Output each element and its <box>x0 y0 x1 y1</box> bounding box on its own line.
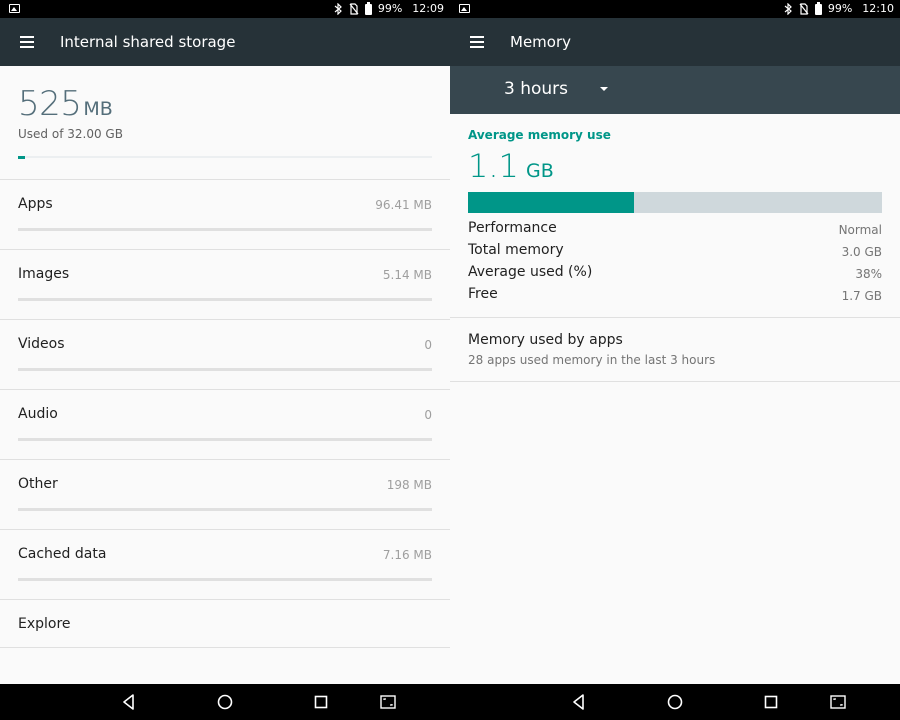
category-size: 0 <box>424 408 432 422</box>
dropdown-caret-icon <box>600 87 608 91</box>
average-memory-number: 1.1 <box>468 147 519 185</box>
category-row-other[interactable]: Other 198 MB <box>0 460 450 530</box>
time-period-label: 3 hours <box>504 79 569 99</box>
navigation-bar <box>450 684 900 720</box>
explore-label: Explore <box>18 616 71 632</box>
status-bar: 99% 12:09 <box>0 0 450 18</box>
category-size: 198 MB <box>386 478 432 492</box>
clock: 12:09 <box>412 2 444 15</box>
screenshot-icon[interactable] <box>378 692 398 712</box>
clock: 12:10 <box>862 2 894 15</box>
recents-icon[interactable] <box>761 692 781 712</box>
stat-row-performance: Performance Normal <box>468 220 882 242</box>
stat-label: Average used (%) <box>468 264 593 280</box>
stat-value: 1.7 GB <box>841 289 882 303</box>
app-bar: Memory <box>450 18 900 66</box>
used-of-label: Used of 32.00 GB <box>18 127 123 141</box>
average-memory-heading: Average memory use <box>468 128 611 142</box>
stat-label: Total memory <box>468 242 564 258</box>
battery-percent: 99% <box>377 2 403 15</box>
memory-used-by-apps-row[interactable]: Memory used by apps 28 apps used memory … <box>450 318 900 382</box>
category-label: Cached data <box>18 546 107 562</box>
category-row-images[interactable]: Images 5.14 MB <box>0 250 450 320</box>
menu-icon[interactable] <box>14 30 40 54</box>
used-number: 525 <box>18 84 82 124</box>
category-size: 0 <box>424 338 432 352</box>
category-row-cached-data[interactable]: Cached data 7.16 MB <box>0 530 450 600</box>
status-bar: 99% 12:10 <box>450 0 900 18</box>
no-sim-icon <box>799 3 809 15</box>
category-label: Audio <box>18 406 58 422</box>
page-title: Memory <box>510 33 572 51</box>
storage-usage-bar <box>18 156 432 159</box>
memory-screen: 99% 12:10 Memory 3 hours Average memory … <box>450 0 900 684</box>
memory-usage-bar <box>468 192 882 213</box>
battery-percent: 99% <box>827 2 853 15</box>
stat-row-free: Free 1.7 GB <box>468 286 882 308</box>
apps-row-subtitle: 28 apps used memory in the last 3 hours <box>468 353 716 367</box>
app-bar: Internal shared storage <box>0 18 450 66</box>
divider <box>450 381 900 382</box>
stat-value: 3.0 GB <box>841 245 882 259</box>
category-label: Apps <box>18 196 53 212</box>
stat-row-total-memory: Total memory 3.0 GB <box>468 242 882 264</box>
stat-value: Normal <box>838 223 882 237</box>
image-icon <box>9 4 20 13</box>
category-usage-bar <box>18 578 432 581</box>
used-storage-value: 525 MB <box>18 84 113 124</box>
memory-usage-fill <box>468 192 634 213</box>
category-usage-bar <box>18 228 432 231</box>
category-row-apps[interactable]: Apps 96.41 MB <box>0 180 450 250</box>
recents-icon[interactable] <box>311 692 331 712</box>
home-icon[interactable] <box>215 692 235 712</box>
used-unit: MB <box>83 98 113 120</box>
category-usage-bar <box>18 368 432 371</box>
storage-summary: 525 MB Used of 32.00 GB <box>0 66 450 180</box>
menu-icon[interactable] <box>464 30 490 54</box>
category-row-audio[interactable]: Audio 0 <box>0 390 450 460</box>
home-icon[interactable] <box>665 692 685 712</box>
category-size: 5.14 MB <box>382 268 432 282</box>
category-usage-bar <box>18 298 432 301</box>
apps-row-title: Memory used by apps <box>468 332 623 348</box>
storage-screen: 99% 12:09 Internal shared storage 525 MB … <box>0 0 450 684</box>
bluetooth-icon <box>783 2 793 16</box>
average-memory-value: 1.1 GB <box>468 147 554 185</box>
category-label: Images <box>18 266 70 282</box>
navigation-bar <box>0 684 450 720</box>
battery-icon <box>814 1 822 15</box>
back-icon[interactable] <box>569 692 589 712</box>
category-label: Videos <box>18 336 65 352</box>
screenshot-icon[interactable] <box>828 692 848 712</box>
stat-label: Performance <box>468 220 557 236</box>
page-title: Internal shared storage <box>60 33 236 51</box>
back-icon[interactable] <box>119 692 139 712</box>
image-icon <box>459 4 470 13</box>
stat-label: Free <box>468 286 498 302</box>
stat-row-average-used: Average used (%) 38% <box>468 264 882 286</box>
category-usage-bar <box>18 438 432 441</box>
time-period-dropdown[interactable]: 3 hours <box>450 66 900 114</box>
explore-row[interactable]: Explore <box>0 600 450 648</box>
category-label: Other <box>18 476 58 492</box>
storage-usage-fill <box>18 156 25 159</box>
average-memory-unit: GB <box>525 160 554 182</box>
category-size: 96.41 MB <box>375 198 432 212</box>
category-size: 7.16 MB <box>382 548 432 562</box>
battery-icon <box>364 1 372 15</box>
category-row-videos[interactable]: Videos 0 <box>0 320 450 390</box>
category-usage-bar <box>18 508 432 511</box>
no-sim-icon <box>349 3 359 15</box>
bluetooth-icon <box>333 2 343 16</box>
stat-value: 38% <box>855 267 882 281</box>
